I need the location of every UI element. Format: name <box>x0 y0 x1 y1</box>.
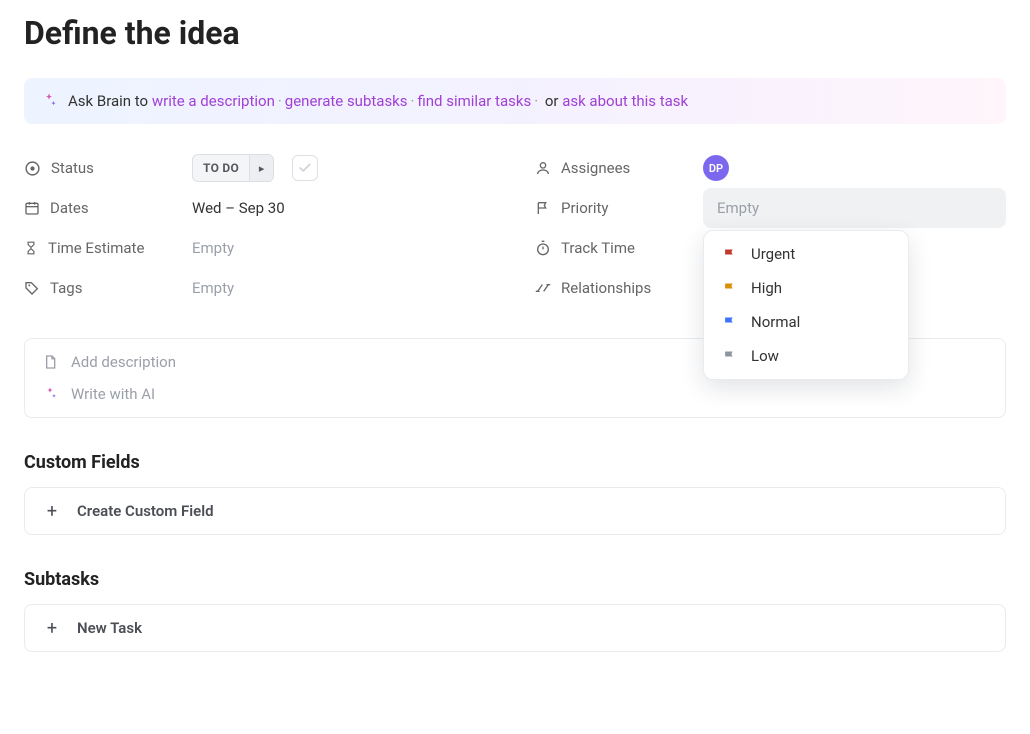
ai-link-ask[interactable]: ask about this task <box>562 92 688 110</box>
status-icon <box>24 160 41 177</box>
field-priority: Priority Empty Urgent <box>535 188 1006 228</box>
flag-icon-urgent <box>722 247 737 262</box>
ai-link-description[interactable]: write a description <box>152 92 275 110</box>
priority-dropdown: Urgent High Normal <box>703 230 909 380</box>
fields-left-column: Status TO DO ▸ Dates Wed – Sep 30 <box>24 148 495 308</box>
priority-option-label: Normal <box>751 313 800 331</box>
priority-placeholder: Empty <box>717 199 759 217</box>
dates-value[interactable]: Wed – Sep 30 <box>192 199 495 217</box>
add-description-text: Add description <box>71 353 176 371</box>
ai-link-subtasks[interactable]: generate subtasks <box>285 92 408 110</box>
ai-prefix: Ask Brain to <box>68 92 152 110</box>
ai-bar-text: Ask Brain to write a description·generat… <box>68 92 688 110</box>
custom-fields-heading: Custom Fields <box>24 452 1006 473</box>
write-with-ai[interactable]: Write with AI <box>41 385 989 403</box>
new-subtask-button[interactable]: + New Task <box>24 604 1006 652</box>
track-time-label: Track Time <box>561 239 635 257</box>
create-custom-field-button[interactable]: + Create Custom Field <box>24 487 1006 535</box>
field-time-estimate: Time Estimate Empty <box>24 228 495 268</box>
priority-label: Priority <box>561 199 608 217</box>
field-dates: Dates Wed – Sep 30 <box>24 188 495 228</box>
task-fields: Status TO DO ▸ Dates Wed – Sep 30 <box>24 148 1006 308</box>
field-tags: Tags Empty <box>24 268 495 308</box>
fields-right-column: Assignees DP Priority Empty <box>535 148 1006 308</box>
ai-link-similar[interactable]: find similar tasks <box>417 92 531 110</box>
create-custom-field-label: Create Custom Field <box>77 502 214 520</box>
status-next-button[interactable]: ▸ <box>249 155 273 181</box>
field-status: Status TO DO ▸ <box>24 148 495 188</box>
status-pill-text: TO DO <box>193 161 249 175</box>
flag-icon <box>535 200 551 216</box>
status-complete-checkbox[interactable] <box>292 155 318 181</box>
subtasks-heading: Subtasks <box>24 569 1006 590</box>
status-label: Status <box>51 159 94 177</box>
write-with-ai-text: Write with AI <box>71 385 155 403</box>
hourglass-icon <box>24 240 38 256</box>
assignees-label: Assignees <box>561 159 630 177</box>
field-assignees: Assignees DP <box>535 148 1006 188</box>
time-estimate-label: Time Estimate <box>48 239 144 257</box>
task-title: Define the idea <box>24 14 1006 52</box>
ai-suggestion-bar: Ask Brain to write a description·generat… <box>24 78 1006 124</box>
stopwatch-icon <box>535 240 551 256</box>
relationships-icon <box>535 280 551 296</box>
priority-option-normal[interactable]: Normal <box>704 305 908 339</box>
status-pill[interactable]: TO DO ▸ <box>192 154 274 182</box>
user-icon <box>535 160 551 176</box>
new-subtask-label: New Task <box>77 619 142 637</box>
relationships-label: Relationships <box>561 279 651 297</box>
calendar-icon <box>24 200 40 216</box>
sparkle-icon <box>41 386 59 402</box>
priority-option-low[interactable]: Low <box>704 339 908 373</box>
ai-or: or <box>541 92 562 110</box>
flag-icon-high <box>722 281 737 296</box>
time-estimate-value[interactable]: Empty <box>192 239 495 257</box>
flag-icon-normal <box>722 315 737 330</box>
sparkle-icon <box>40 92 58 110</box>
priority-option-urgent[interactable]: Urgent <box>704 237 908 271</box>
priority-option-label: High <box>751 279 782 297</box>
priority-option-high[interactable]: High <box>704 271 908 305</box>
tags-value[interactable]: Empty <box>192 279 495 297</box>
dates-label: Dates <box>50 199 89 217</box>
tags-label: Tags <box>50 279 82 297</box>
document-icon <box>41 353 59 371</box>
plus-icon: + <box>43 502 61 520</box>
assignee-avatar[interactable]: DP <box>703 155 729 181</box>
flag-icon-low <box>722 349 737 364</box>
priority-input[interactable]: Empty Urgent High <box>703 188 1006 228</box>
plus-icon: + <box>43 619 61 637</box>
priority-option-label: Urgent <box>751 245 795 263</box>
priority-option-label: Low <box>751 347 779 365</box>
tag-icon <box>24 280 40 296</box>
